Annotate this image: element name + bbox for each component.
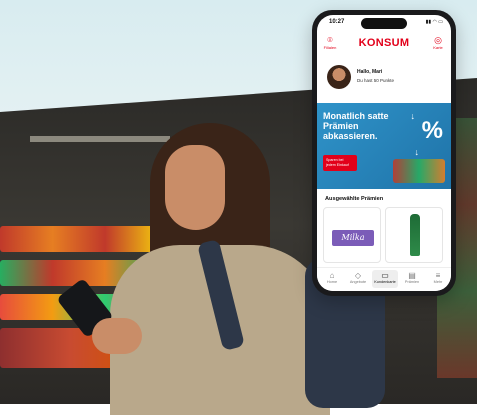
tab-more[interactable]: ≡ Mehr [425,271,451,284]
ceiling-light [30,136,170,142]
tab-home[interactable]: ⌂ Home [319,271,345,284]
greeting-text: Hallo, Mari [357,69,383,75]
status-time: 10:27 [329,19,345,25]
home-icon: ⌂ [329,271,335,280]
tab-label: Home [326,280,338,284]
status-bar: 10:27 ▮▮ ◠ ▭ [317,15,451,31]
card-button[interactable]: ◎ Karte [427,35,449,50]
shopping-cart-image [393,159,445,183]
rewards-section-title: Ausgewählte Prämien [325,196,384,202]
tab-label: Prämien [404,280,420,284]
woman-hand [92,318,142,354]
tab-customer-card[interactable]: ▭ Kundenkarte [372,271,398,284]
location-pin-icon: ⌾ [327,35,333,45]
app-screen: 10:27 ▮▮ ◠ ▭ ⌾ Filialen KONSUM ◎ Karte H… [317,15,451,291]
tab-label: Angebote [349,280,367,284]
points-text[interactable]: Du hast 50 Punkte [357,78,394,83]
tag-icon: ◇ [354,271,362,280]
stores-label: Filialen [323,45,337,50]
bottom-tab-bar: ⌂ Home ◇ Angebote ▭ Kundenkarte ▤ Prämie… [317,267,451,291]
promo-banner[interactable]: Monatlich satte Prämien abkassieren. ↓ ↓… [317,103,451,189]
tab-rewards[interactable]: ▤ Prämien [399,271,425,284]
coupon-icon: ▤ [408,271,416,280]
tab-offers[interactable]: ◇ Angebote [345,271,371,284]
status-icons: ▮▮ ◠ ▭ [425,19,443,25]
percent-icon: % [421,117,443,144]
reward-card[interactable] [385,207,443,263]
app-phone-mockup: 10:27 ▮▮ ◠ ▭ ⌾ Filialen KONSUM ◎ Karte H… [312,10,456,296]
card-icon: ▭ [381,271,389,280]
milka-chocolate-image: Milka [332,230,374,246]
greeting-block: Hallo, Mari Du hast 50 Punkte [325,65,443,91]
tab-label: Kundenkarte [374,280,396,284]
stores-button[interactable]: ⌾ Filialen [319,35,341,50]
phone-notch [361,18,407,29]
qr-code-icon: ◎ [434,35,442,45]
avatar [327,65,351,89]
banner-headline: Monatlich satte Prämien abkassieren. [323,111,389,141]
konsum-logo: KONSUM [358,37,410,49]
menu-icon: ≡ [435,271,441,280]
banner-badge: Sparen bei jedem Einkauf [323,155,357,171]
card-label: Karte [433,45,443,50]
woman-face [165,145,225,230]
tab-label: Mehr [433,280,443,284]
arrow-down-icon: ↓ [410,111,416,121]
bottle-image [410,214,420,256]
reward-card[interactable]: Milka [323,207,381,263]
rewards-list: Milka [323,207,445,263]
app-header: ⌾ Filialen KONSUM ◎ Karte [317,31,451,57]
arrow-down-icon: ↓ [414,147,420,157]
